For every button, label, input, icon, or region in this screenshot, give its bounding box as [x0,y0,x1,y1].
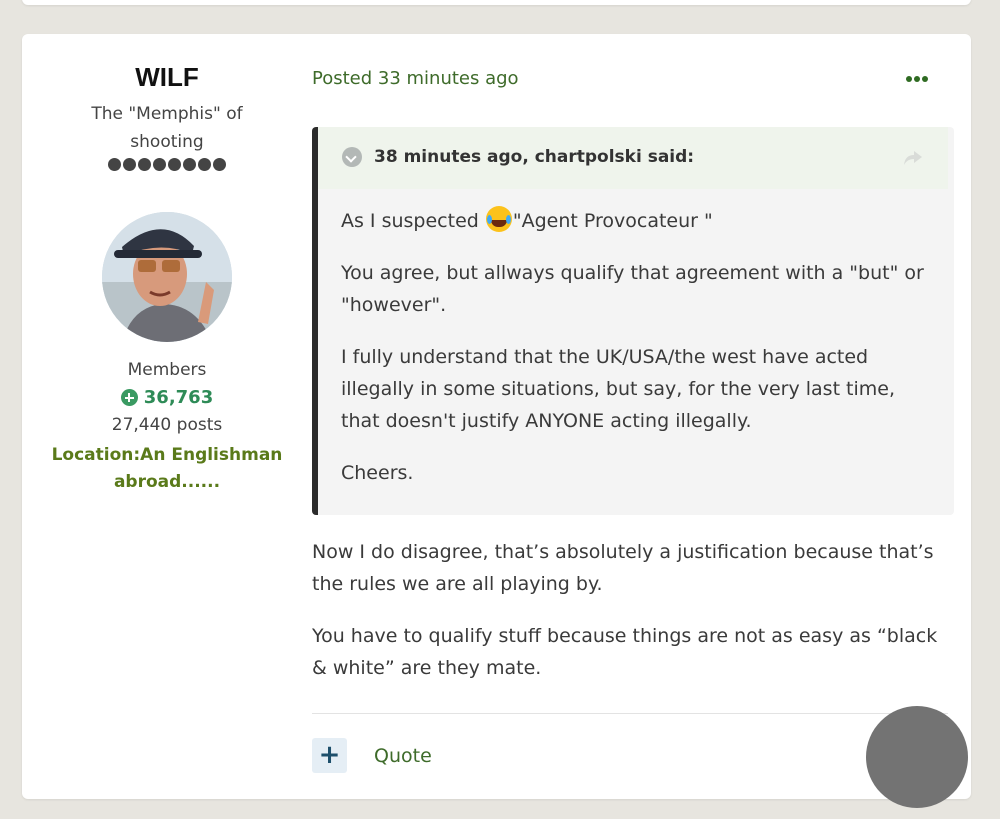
quote-paragraph-3: I fully understand that the UK/USA/the w… [341,346,896,432]
reputation[interactable]: 36,763 [22,387,312,408]
avatar[interactable] [102,212,232,342]
post-menu-button[interactable] [906,76,928,82]
multiquote-plus-button[interactable]: + [312,738,347,773]
post-card: WILF The "Memphis" of shooting Members 3… [22,34,971,799]
quote-button[interactable]: Quote [374,745,432,767]
location: Location:An Englishman abroad...... [51,445,283,492]
quote-citation: 38 minutes ago, chartpolski said: [374,147,695,167]
rank-dot [198,158,211,171]
ellipsis-icon [906,76,912,82]
previous-post-card [22,0,971,5]
rank-dot [138,158,151,171]
post-body: Now I do disagree, that’s absolutely a j… [312,536,952,704]
reputation-value: 36,763 [143,387,214,408]
avatar-image [102,212,232,342]
rank-dot [123,158,136,171]
post-timestamp[interactable]: Posted 33 minutes ago [312,68,519,89]
quote-header: 38 minutes ago, chartpolski said: [318,127,948,189]
plus-circle-icon [120,389,138,406]
rank-dot [213,158,226,171]
rank-dot [108,158,121,171]
post-count: 27,440 posts [111,415,223,435]
author-name[interactable]: WILF [22,62,312,93]
rank-dot [183,158,196,171]
quote-body: As I suspected "Agent Provocateur " You … [341,205,936,509]
tears-of-joy-emoji-icon [485,206,512,232]
chevron-down-icon[interactable] [342,147,362,167]
floating-action-button[interactable] [866,706,968,808]
share-arrow-icon[interactable] [902,149,924,167]
post-paragraph-1: Now I do disagree, that’s absolutely a j… [312,541,934,595]
post-paragraph-2: You have to qualify stuff because things… [312,625,938,679]
rank-dot [153,158,166,171]
quote-paragraph-1: As I suspected "Agent Provocateur " [341,205,936,237]
post-divider [312,713,948,714]
rank-dots [22,158,312,171]
rank-dot [168,158,181,171]
quote-paragraph-4: Cheers. [341,462,414,484]
author-title: The "Memphis" of shooting [91,104,243,152]
member-group: Members [127,360,207,380]
quote-paragraph-2: You agree, but allways qualify that agre… [341,262,924,316]
quote-block: 38 minutes ago, chartpolski said: As I s… [312,127,954,515]
